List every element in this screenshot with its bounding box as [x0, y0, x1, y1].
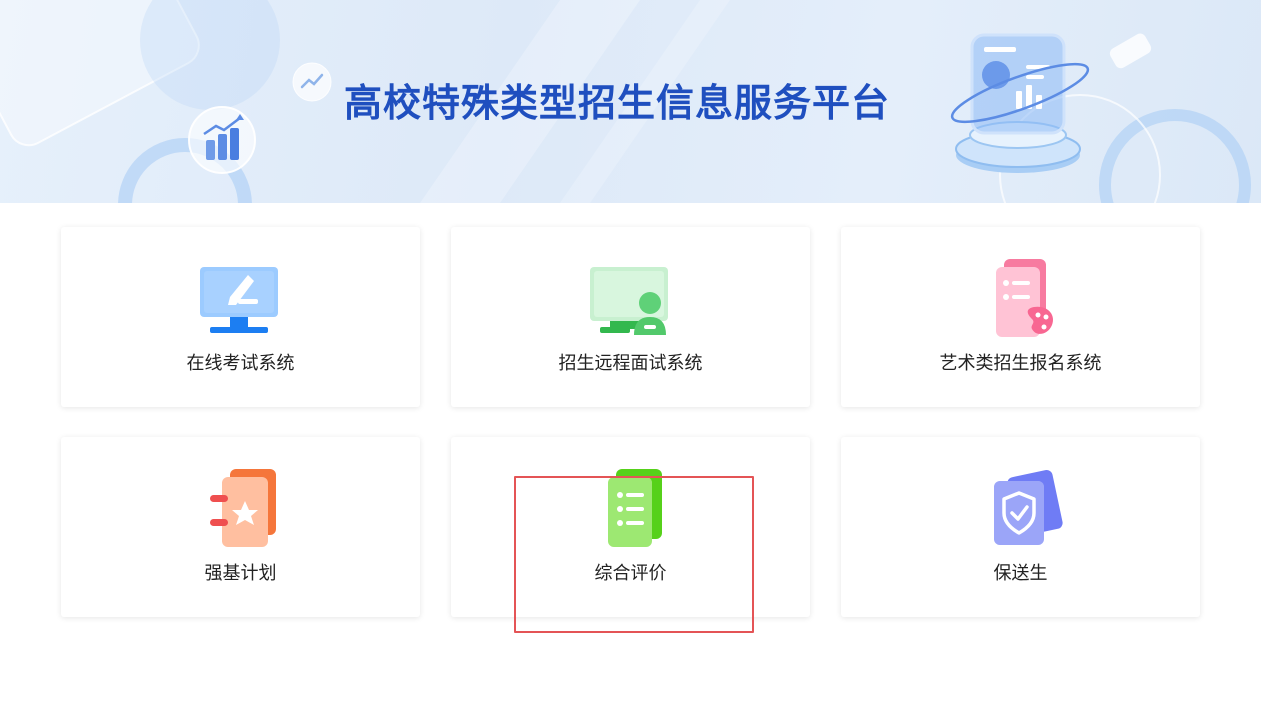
card-label: 强基计划: [204, 563, 277, 584]
shield-check-icon: [993, 469, 1063, 545]
card-label: 招生远程面试系统: [558, 353, 703, 374]
chart-line-icon: [292, 62, 332, 102]
card-strong-foundation-plan[interactable]: 强基计划: [61, 437, 420, 617]
document-palette-icon: [995, 259, 1053, 337]
bar-chart-icon: [188, 106, 256, 174]
card-online-exam-system[interactable]: 在线考试系统: [61, 227, 420, 407]
notebook-star-icon: [209, 469, 276, 547]
card-recommended-admission[interactable]: 保送生: [841, 437, 1200, 617]
monitor-pen-icon: [199, 267, 278, 333]
header-banner: 高校特殊类型招生信息服务平台: [0, 0, 1261, 203]
card-label: 在线考试系统: [186, 353, 295, 374]
dashboard-hologram-icon: [950, 33, 1090, 173]
platform-title: 高校特殊类型招生信息服务平台: [344, 81, 891, 125]
card-remote-interview-system[interactable]: 招生远程面试系统: [451, 227, 810, 407]
card-art-enrollment-system[interactable]: 艺术类招生报名系统: [841, 227, 1200, 407]
card-label: 保送生: [993, 563, 1048, 584]
card-label: 艺术类招生报名系统: [939, 353, 1102, 374]
monitor-user-icon: [589, 267, 668, 335]
checklist-icon: [607, 469, 662, 547]
card-label: 综合评价: [594, 563, 667, 584]
card-comprehensive-evaluation[interactable]: 综合评价: [451, 437, 810, 617]
